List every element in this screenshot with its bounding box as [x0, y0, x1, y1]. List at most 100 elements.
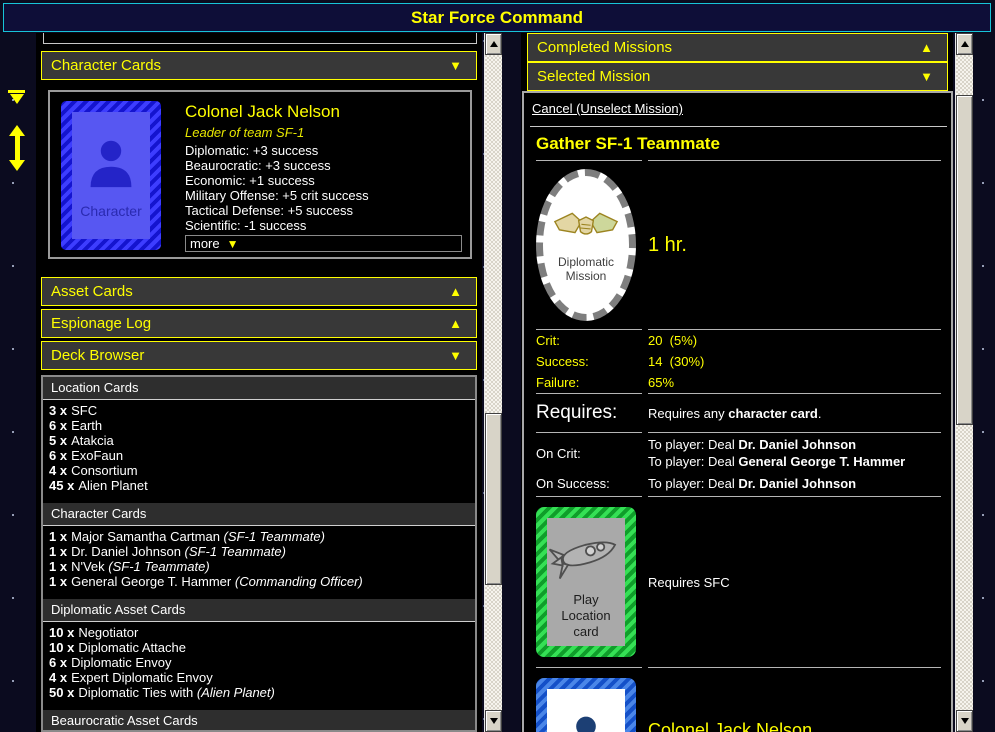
more-button[interactable]: more ▼ [185, 235, 462, 252]
section-header-espionage-log[interactable]: Espionage Log ▲ [41, 309, 477, 338]
app-root: Star Force Command Character Cards ▼ Cha [0, 0, 995, 732]
requires-row: Requires: Requires any character card. [536, 393, 941, 432]
deck-group-list: 1 xMajor Samantha Cartman (SF-1 Teammate… [43, 526, 475, 591]
right-scrollbar[interactable] [955, 33, 972, 732]
mission-badge-row: Diplomatic Mission 1 hr. [536, 160, 941, 329]
left-scrollbar[interactable] [484, 33, 501, 732]
location-card-note: Requires SFC [648, 496, 941, 667]
section-header-character-cards[interactable]: Character Cards ▼ [41, 51, 477, 80]
card-name: Consortium [67, 463, 137, 478]
card-note: (SF-1 Teammate) [185, 544, 286, 559]
requires-text-prefix: Requires any [648, 406, 728, 421]
chevron-expanded-icon: ▼ [920, 69, 933, 84]
vertical-resize-icon[interactable] [9, 125, 25, 173]
on-success-row: On Success: To player: Deal Dr. Daniel J… [536, 473, 941, 496]
card-name: ExoFaun [67, 448, 123, 463]
deck-list-item[interactable]: 1 xGeneral George T. Hammer (Commanding … [49, 574, 475, 589]
character-card-back-face: Character [72, 112, 150, 239]
deck-list-item[interactable]: 1 xMajor Samantha Cartman (SF-1 Teammate… [49, 529, 475, 544]
left-scrollbar-thumb[interactable] [485, 413, 502, 585]
right-scrollbar-thumb[interactable] [956, 95, 973, 425]
card-count: 5 x [49, 433, 67, 448]
location-card-row: Play Location card Requires SFC [536, 496, 941, 667]
card-back-label: Character [80, 203, 141, 219]
deck-group-list: 3 xSFC 6 xEarth 5 xAtakcia 6 xExoFaun 4 … [43, 400, 475, 495]
chevron-expanded-icon: ▼ [449, 348, 462, 363]
effect-card-name: Dr. Daniel Johnson [738, 476, 856, 491]
card-count: 1 x [49, 529, 67, 544]
mission-character-card[interactable]: Character [536, 678, 636, 732]
deck-list-item[interactable]: 6 xDiplomatic Envoy [49, 655, 475, 670]
card-count: 6 x [49, 655, 67, 670]
handshake-icon [553, 207, 619, 249]
play-location-card[interactable]: Play Location card [536, 507, 636, 657]
play-location-card-face: Play Location card [547, 518, 625, 646]
deck-list-item[interactable]: 6 xExoFaun [49, 448, 475, 463]
deck-list-item[interactable]: 1 xN'Vek (SF-1 Teammate) [49, 559, 475, 574]
card-count: 50 x [49, 685, 74, 700]
left-scroll-up-button[interactable] [485, 33, 502, 55]
deck-list-item[interactable]: 1 xDr. Daniel Johnson (SF-1 Teammate) [49, 544, 475, 559]
deck-list-item[interactable]: 4 xConsortium [49, 463, 475, 478]
badge-type-line: Diplomatic [558, 255, 614, 269]
card-count: 1 x [49, 544, 67, 559]
stat-row-crit: Crit: 20 (5%) [536, 329, 941, 351]
section-header-selected-mission[interactable]: Selected Mission ▼ [527, 62, 948, 91]
stat-label: Success: [536, 351, 642, 372]
deck-list-item[interactable]: 45 xAlien Planet [49, 478, 475, 493]
left-scrollbar-track[interactable] [485, 55, 502, 710]
section-header-completed-missions[interactable]: Completed Missions ▲ [527, 33, 948, 62]
card-name: Atakcia [67, 433, 114, 448]
section-header-deck-browser[interactable]: Deck Browser ▼ [41, 341, 477, 370]
right-scroll-up-button[interactable] [956, 33, 973, 55]
effect-line: To player: Deal Dr. Daniel Johnson [648, 436, 941, 453]
mission-details-table: Diplomatic Mission 1 hr. Crit: 20 (5%) S… [530, 160, 947, 732]
card-name: N'Vek [67, 559, 105, 574]
stat-value: 20 (5%) [648, 329, 941, 351]
arrow-up-icon [961, 41, 969, 47]
deck-list-item[interactable]: 10 xDiplomatic Attache [49, 640, 475, 655]
deck-list-item[interactable]: 4 xExpert Diplomatic Envoy [49, 670, 475, 685]
section-label: Completed Missions [537, 39, 672, 56]
on-crit-label: On Crit: [536, 432, 642, 473]
chevron-collapsed-icon: ▲ [920, 40, 933, 55]
stat-label: Failure: [536, 372, 642, 393]
cancel-unselect-mission-link[interactable]: Cancel (Unselect Mission) [532, 101, 683, 116]
deck-list-item[interactable]: 50 xDiplomatic Ties with (Alien Planet) [49, 685, 475, 700]
requires-text-suffix: . [818, 406, 822, 421]
requires-label: Requires: [536, 393, 642, 432]
effect-prefix: To player: Deal [648, 454, 738, 469]
card-count: 10 x [49, 640, 74, 655]
card-name: Dr. Daniel Johnson [67, 544, 181, 559]
on-crit-effects: To player: Deal Dr. Daniel Johnson To pl… [648, 432, 941, 473]
right-scroll-down-button[interactable] [956, 710, 973, 732]
scroll-to-top-icon[interactable] [8, 90, 25, 105]
section-label: Character Cards [51, 57, 161, 74]
selected-mission-panel: Cancel (Unselect Mission) Gather SF-1 Te… [522, 91, 953, 732]
deck-list-item[interactable]: 10 xNegotiator [49, 625, 475, 640]
arrow-up-icon [490, 41, 498, 47]
deck-list-item[interactable]: 3 xSFC [49, 403, 475, 418]
app-titlebar: Star Force Command [3, 3, 991, 32]
deck-group-character-cards: Character Cards 1 xMajor Samantha Cartma… [43, 503, 475, 591]
character-card-row: Character Colonel Jack Nelson [536, 667, 941, 732]
character-stat: Beaurocratic: +3 success [185, 158, 465, 173]
deck-group-diplomatic-asset-cards: Diplomatic Asset Cards 10 xNegotiator 10… [43, 599, 475, 702]
location-card-text-line: card [561, 624, 610, 640]
deck-group-title: Diplomatic Asset Cards [43, 599, 475, 622]
chevron-collapsed-icon: ▲ [449, 284, 462, 299]
character-card-back[interactable]: Character [61, 101, 161, 250]
deck-group-title: Beaurocratic Asset Cards [43, 710, 475, 732]
section-label: Selected Mission [537, 68, 650, 85]
card-name: Alien Planet [74, 478, 147, 493]
character-name: Colonel Jack Nelson [185, 102, 465, 122]
deck-list-item[interactable]: 6 xEarth [49, 418, 475, 433]
character-card-cell: Character [536, 667, 642, 732]
section-label: Asset Cards [51, 283, 133, 300]
section-header-asset-cards[interactable]: Asset Cards ▲ [41, 277, 477, 306]
arrow-down-icon [490, 718, 498, 724]
diplomatic-mission-badge: Diplomatic Mission [536, 169, 636, 321]
deck-group-title: Location Cards [43, 377, 475, 400]
left-scroll-down-button[interactable] [485, 710, 502, 732]
deck-list-item[interactable]: 5 xAtakcia [49, 433, 475, 448]
